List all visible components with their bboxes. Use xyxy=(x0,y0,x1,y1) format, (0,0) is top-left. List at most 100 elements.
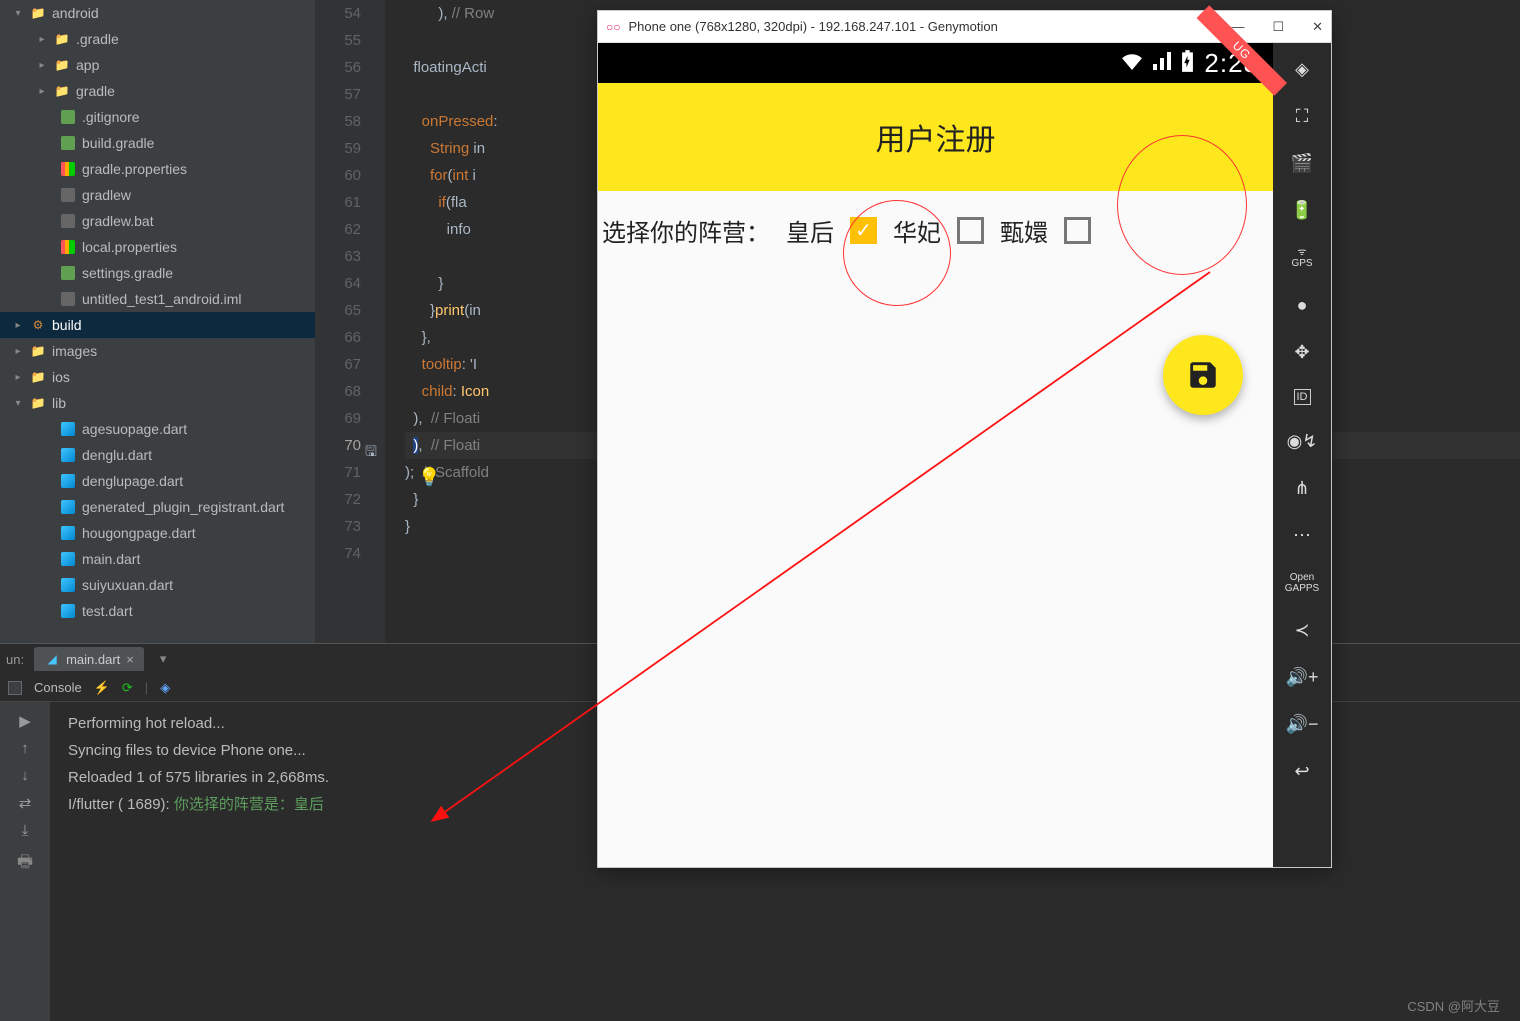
lightbulb-icon[interactable]: 💡 xyxy=(418,464,440,491)
volume-down-icon[interactable]: 🔊− xyxy=(1286,714,1319,735)
chevron-right-icon: ▸ xyxy=(12,320,24,331)
maximize-icon[interactable]: ☐ xyxy=(1272,19,1284,35)
tree-item[interactable]: .gitignore xyxy=(0,104,315,130)
up-icon[interactable]: ↑ xyxy=(21,740,29,757)
gradle-icon xyxy=(61,110,75,124)
tree-item[interactable]: ▸📁app xyxy=(0,52,315,78)
volume-up-icon[interactable]: 🔊+ xyxy=(1286,667,1319,688)
dart-icon xyxy=(61,552,75,566)
tree-item[interactable]: test.dart xyxy=(0,598,315,624)
hot-reload-icon[interactable]: ⚡ xyxy=(94,680,110,696)
export-icon[interactable]: ⤓ xyxy=(22,822,29,839)
disc-icon[interactable]: ◉↯ xyxy=(1287,431,1318,452)
share-icon[interactable]: ≺ xyxy=(1294,620,1309,641)
dart-icon xyxy=(61,448,75,462)
checkbox-zhenhuan[interactable] xyxy=(1064,217,1091,244)
bookmark-icon: 🖫 xyxy=(365,438,377,465)
close-icon[interactable]: × xyxy=(126,652,134,667)
signal-icon xyxy=(1153,52,1171,75)
console-label: Console xyxy=(34,680,82,695)
id-icon[interactable]: ID xyxy=(1294,389,1311,405)
tree-item[interactable]: ▸📁.gradle xyxy=(0,26,315,52)
tree-item[interactable]: local.properties xyxy=(0,234,315,260)
hot-restart-icon[interactable]: ⟳ xyxy=(122,680,133,696)
project-file-tree[interactable]: ▾ 📁 android ▸📁.gradle ▸📁app ▸📁gradle .gi… xyxy=(0,0,315,643)
rerun-icon[interactable]: ▶ xyxy=(19,712,31,730)
webcam-icon[interactable]: ● xyxy=(1297,295,1308,316)
down-icon[interactable]: ↓ xyxy=(21,767,29,784)
tree-item[interactable]: agesuopage.dart xyxy=(0,416,315,442)
chevron-right-icon: ▸ xyxy=(36,86,48,97)
rotate-icon[interactable]: ◈ xyxy=(1295,59,1309,80)
dart-icon xyxy=(61,604,75,618)
open-gapps-icon[interactable]: OpenGAPPS xyxy=(1285,572,1319,594)
chevron-down-icon[interactable]: ▾ xyxy=(160,651,167,667)
run-side-actions[interactable]: ▶ ↑ ↓ ⇄ ⤓ 🖶 xyxy=(0,702,50,1021)
properties-icon xyxy=(61,240,75,254)
tree-item[interactable]: untitled_test1_android.iml xyxy=(0,286,315,312)
tree-item[interactable]: build.gradle xyxy=(0,130,315,156)
dart-icon xyxy=(61,422,75,436)
sms-icon[interactable]: ⋯ xyxy=(1293,525,1311,546)
opt-label: 皇后 xyxy=(786,213,834,248)
gradle-icon xyxy=(61,266,75,280)
folder-icon: 📁 xyxy=(54,57,70,73)
tree-item[interactable]: denglupage.dart xyxy=(0,468,315,494)
tree-item-lib[interactable]: ▾📁lib xyxy=(0,390,315,416)
tree-item[interactable]: suiyuxuan.dart xyxy=(0,572,315,598)
gps-icon[interactable]: ᯤGPS xyxy=(1291,247,1312,269)
emulator-screen[interactable]: 2:28 用户注册 UG 选择你的阵营： 皇后 ✓ 华妃 甄嬛 xyxy=(598,43,1273,867)
line-gutter: 5455565758596061626364656667686970717273… xyxy=(315,0,385,643)
battery-icon[interactable]: 🔋 xyxy=(1291,200,1313,221)
dart-icon xyxy=(61,474,75,488)
fab-save-button[interactable] xyxy=(1163,335,1243,415)
flutter-icon: ◢ xyxy=(44,651,60,667)
tree-item[interactable]: ▸📁gradle xyxy=(0,78,315,104)
back-icon[interactable]: ↩ xyxy=(1294,761,1309,782)
tree-item[interactable]: settings.gradle xyxy=(0,260,315,286)
tree-item[interactable]: denglu.dart xyxy=(0,442,315,468)
dart-icon xyxy=(61,578,75,592)
tree-item[interactable]: ▸📁ios xyxy=(0,364,315,390)
dart-icon xyxy=(61,500,75,514)
fullscreen-icon[interactable]: ⛶ xyxy=(1296,106,1309,127)
chevron-right-icon: ▸ xyxy=(36,60,48,71)
tree-item[interactable]: main.dart xyxy=(0,546,315,572)
gradle-icon xyxy=(61,136,75,150)
chevron-right-icon: ▸ xyxy=(12,346,24,357)
camera-icon[interactable]: 🎬 xyxy=(1291,153,1313,174)
folder-icon: 📁 xyxy=(54,31,70,47)
dart-icon xyxy=(61,526,75,540)
tree-item-android[interactable]: ▾ 📁 android xyxy=(0,0,315,26)
wifi-icon xyxy=(1121,52,1143,75)
checkbox-huanghou[interactable]: ✓ xyxy=(850,217,877,244)
layout-icon[interactable]: ⇄ xyxy=(19,794,32,812)
tree-item[interactable]: gradle.properties xyxy=(0,156,315,182)
watermark: CSDN @阿大豆 xyxy=(1407,996,1500,1015)
properties-icon xyxy=(61,162,75,176)
tree-item[interactable]: gradlew.bat xyxy=(0,208,315,234)
tree-item[interactable]: generated_plugin_registrant.dart xyxy=(0,494,315,520)
build-icon: ⚙ xyxy=(30,317,46,333)
chevron-down-icon: ▾ xyxy=(12,398,24,409)
chevron-right-icon: ▸ xyxy=(12,372,24,383)
feed-icon[interactable]: ⋔ xyxy=(1294,478,1309,499)
file-icon xyxy=(61,188,75,202)
tree-item-build[interactable]: ▸⚙build xyxy=(0,312,315,338)
print-icon[interactable]: 🖶 xyxy=(17,849,33,878)
tree-item[interactable]: ▸📁images xyxy=(0,338,315,364)
emulator-window[interactable]: ○○ Phone one (768x1280, 320dpi) - 192.16… xyxy=(597,10,1332,868)
tree-item[interactable]: gradlew xyxy=(0,182,315,208)
folder-icon: 📁 xyxy=(30,369,46,385)
devtools-icon[interactable]: ◈ xyxy=(160,680,170,696)
battery-icon xyxy=(1181,50,1194,77)
app-bar: 用户注册 UG xyxy=(598,83,1273,191)
emulator-sidebar[interactable]: ◈ ⛶ 🎬 🔋 ᯤGPS ● ✥ ID ◉↯ ⋔ ⋯ OpenGAPPS ≺ 🔊… xyxy=(1273,43,1331,867)
close-icon[interactable]: ✕ xyxy=(1312,19,1323,35)
run-tab-main[interactable]: ◢ main.dart × xyxy=(34,647,144,671)
tree-item[interactable]: hougongpage.dart xyxy=(0,520,315,546)
choice-label: 选择你的阵营： xyxy=(602,213,770,248)
move-icon[interactable]: ✥ xyxy=(1294,342,1309,363)
checkbox-huafei[interactable] xyxy=(957,217,984,244)
run-stop-icon[interactable] xyxy=(8,681,22,695)
